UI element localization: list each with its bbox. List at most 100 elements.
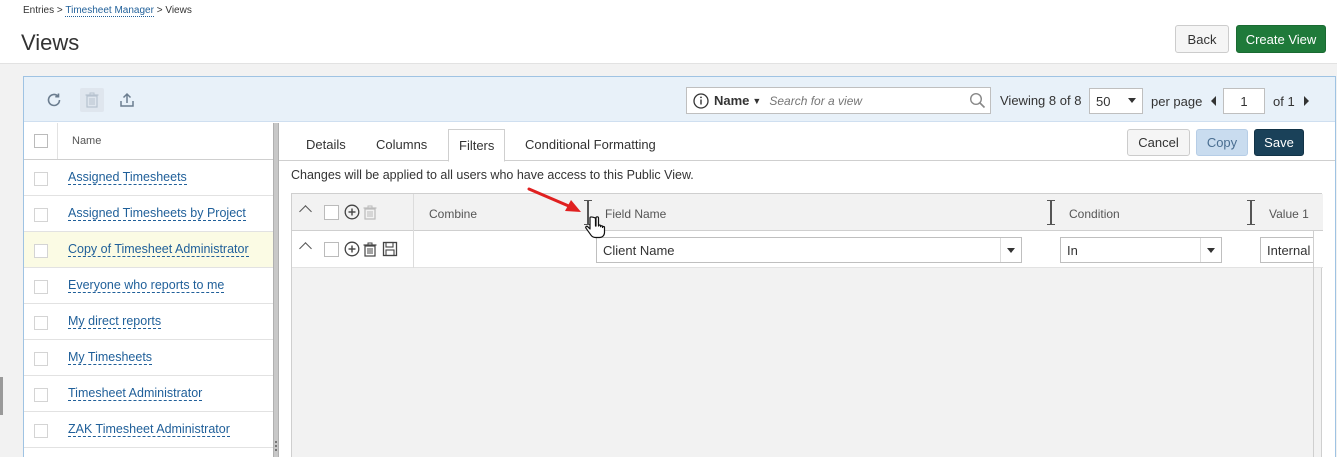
chevron-down-icon [1007, 248, 1015, 253]
view-link[interactable]: ZAK Timesheet Administrator [68, 422, 230, 437]
select-separator [1200, 238, 1201, 262]
back-button[interactable]: Back [1175, 25, 1229, 53]
filter-row: Client Name In Internal [292, 231, 1323, 268]
filter-grid-header: Combine Field Name Condition Value 1 [292, 194, 1323, 231]
view-link[interactable]: Everyone who reports to me [68, 278, 225, 293]
copy-button[interactable]: Copy [1196, 129, 1248, 156]
refresh-icon[interactable] [44, 90, 64, 110]
left-edge-marker [0, 377, 3, 415]
search-box: Name ▼ [686, 87, 991, 114]
row-checkbox[interactable] [34, 388, 48, 402]
row-checkbox[interactable] [34, 172, 48, 186]
chevron-down-icon [1207, 248, 1215, 253]
toolbar: Name ▼ Viewing 8 of 8 50 per page of 1 [24, 77, 1335, 122]
column-resize-handle[interactable] [1247, 199, 1255, 226]
row-checkbox[interactable] [34, 208, 48, 222]
page-count: of 1 [1273, 94, 1295, 109]
row-checkbox[interactable] [34, 316, 48, 330]
condition-column-header: Condition [1069, 207, 1120, 221]
view-link[interactable]: Assigned Timesheets [68, 170, 187, 185]
column-divider [413, 194, 414, 231]
select-separator [1000, 238, 1001, 262]
views-frame: Name ▼ Viewing 8 of 8 50 per page of 1 N… [23, 76, 1336, 457]
trash-icon[interactable] [80, 88, 104, 112]
breadcrumb-separator: > [156, 5, 163, 16]
value1-value: Internal [1267, 242, 1311, 258]
save-filter-icon[interactable] [382, 241, 398, 257]
collapse-icon[interactable] [299, 242, 312, 255]
view-link[interactable]: Copy of Timesheet Administrator [68, 242, 249, 257]
list-item[interactable]: Everyone who reports to me [24, 268, 273, 304]
info-icon[interactable] [693, 92, 709, 109]
select-all-checkbox[interactable] [34, 134, 48, 148]
save-button[interactable]: Save [1254, 129, 1304, 156]
row-checkbox[interactable] [34, 280, 48, 294]
list-item[interactable]: My Timesheets [24, 340, 273, 376]
add-filter-icon[interactable] [344, 241, 360, 257]
row-checkbox[interactable] [34, 244, 48, 258]
view-link[interactable]: My Timesheets [68, 350, 153, 365]
select-all-checkbox[interactable] [324, 205, 339, 220]
list-item[interactable]: ZAK Timesheet Administrator [24, 412, 273, 448]
column-resize-handle[interactable] [1047, 199, 1055, 226]
row-checkbox[interactable] [34, 352, 48, 366]
page-number-input[interactable] [1223, 88, 1265, 114]
page-title: Views [21, 30, 80, 55]
caret-down-icon[interactable]: ▼ [752, 96, 761, 106]
condition-value: In [1067, 242, 1078, 258]
filter-grid: Combine Field Name Condition Value 1 Cli… [291, 193, 1323, 457]
breadcrumb-timesheet-manager[interactable]: Timesheet Manager [65, 5, 154, 17]
viewing-label: Viewing [1000, 93, 1046, 108]
search-icon[interactable] [969, 92, 986, 112]
list-item[interactable]: Timesheet Administrator [24, 376, 273, 412]
column-divider [57, 123, 58, 159]
trash-icon[interactable] [362, 241, 378, 257]
view-link[interactable]: Timesheet Administrator [68, 386, 203, 401]
field-name-column-header: Field Name [605, 207, 667, 221]
collapse-icon[interactable] [299, 205, 312, 218]
name-column-header[interactable]: Name [72, 135, 101, 147]
field-name-select[interactable]: Client Name [596, 237, 1022, 263]
tab-columns[interactable]: Columns [376, 137, 427, 152]
splitter-grip [275, 445, 277, 447]
row-checkbox[interactable] [34, 424, 48, 438]
hand-cursor-icon [585, 216, 606, 239]
tab-details[interactable]: Details [306, 137, 346, 152]
list-item[interactable]: Assigned Timesheets [24, 160, 273, 196]
per-page-select[interactable]: 50 [1089, 88, 1143, 114]
per-page-value: 50 [1096, 93, 1111, 109]
list-item[interactable]: My direct reports [24, 304, 273, 340]
field-name-value: Client Name [603, 242, 675, 258]
export-icon[interactable] [117, 90, 137, 110]
scroll-divider [1313, 231, 1314, 457]
list-item-selected[interactable]: Copy of Timesheet Administrator [24, 232, 273, 268]
list-header: Name [24, 123, 273, 160]
combine-column-header: Combine [429, 207, 478, 221]
view-link[interactable]: Assigned Timesheets by Project [68, 206, 246, 221]
public-view-notice: Changes will be applied to all users who… [291, 168, 694, 182]
add-filter-icon[interactable] [344, 204, 360, 220]
tab-bar: Details Columns Filters Conditional Form… [279, 123, 1335, 162]
list-item[interactable]: Assigned Timesheets by Project [24, 196, 273, 232]
viewing-status: Viewing 8 of 8 [1000, 93, 1081, 108]
breadcrumb: Entries > Timesheet Manager > Views [23, 5, 192, 17]
prev-page-icon[interactable] [1211, 96, 1216, 106]
condition-select[interactable]: In [1060, 237, 1222, 263]
search-field-selector[interactable]: Name [714, 93, 749, 108]
breadcrumb-views: Views [165, 5, 192, 16]
next-page-icon[interactable] [1304, 96, 1309, 106]
view-editor: Details Columns Filters Conditional Form… [279, 123, 1335, 457]
view-link[interactable]: My direct reports [68, 314, 162, 329]
tab-conditional-formatting[interactable]: Conditional Formatting [525, 137, 656, 152]
trash-icon[interactable] [362, 204, 378, 220]
viewing-count: 8 of 8 [1048, 93, 1082, 108]
breadcrumb-entries[interactable]: Entries [23, 5, 54, 16]
search-input[interactable] [769, 93, 960, 108]
chevron-down-icon [1128, 98, 1136, 103]
create-view-button[interactable]: Create View [1236, 25, 1326, 53]
splitter-grip [275, 449, 277, 451]
value1-field[interactable]: Internal [1260, 237, 1313, 263]
row-checkbox[interactable] [324, 242, 339, 257]
cancel-button[interactable]: Cancel [1127, 129, 1190, 156]
tab-filters[interactable]: Filters [448, 129, 506, 162]
